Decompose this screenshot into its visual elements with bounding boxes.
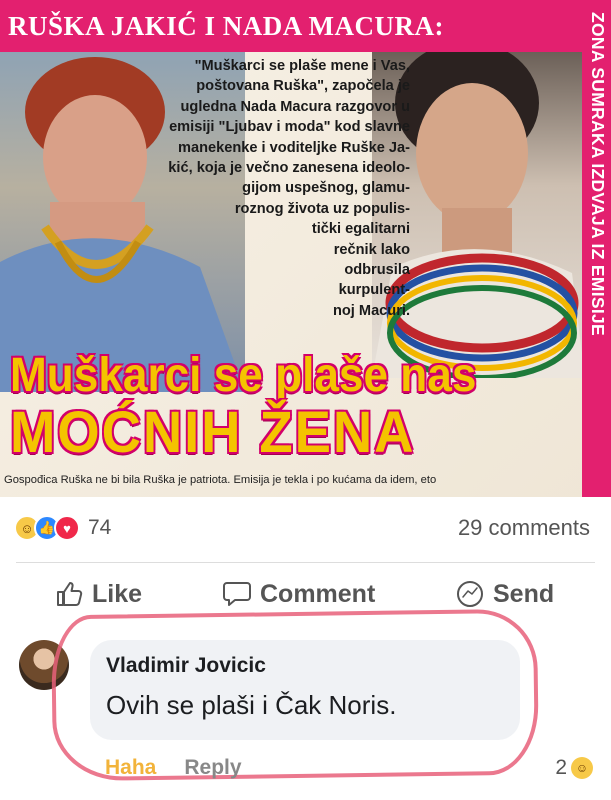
lead-line: tički egalitarni <box>311 221 410 238</box>
reaction-icons: ☺ 👍 ♥ <box>14 515 80 541</box>
love-reaction-icon: ♥ <box>54 515 80 541</box>
lead-line: kurpulent- <box>338 282 410 299</box>
lead-line: ugledna Nada Macura razgovor u <box>180 98 411 115</box>
lead-line: manekenke i voditeljke Ruške Ja- <box>178 139 410 156</box>
lead-line: emisiji "Ljubav i moda" kod slavne <box>169 119 410 136</box>
send-label: Send <box>493 579 555 608</box>
lead-line: odbrusila <box>344 262 410 279</box>
comment-reactions[interactable]: 2 ☺ <box>555 756 593 780</box>
clipping-headline: Muškarci se plaše nas MOĆNIH ŽENA <box>10 350 570 464</box>
lead-line: noj Macuri. <box>332 302 410 319</box>
lead-line: rečnik lako <box>333 241 410 258</box>
thumbs-up-icon <box>54 579 84 609</box>
comment-button[interactable]: Comment <box>222 574 375 614</box>
lead-line: roznog života uz populis- <box>234 200 410 217</box>
lead-line: "Muškarci se plaše mene i Vas, <box>194 58 410 74</box>
clipping-side-label: ZONA SUMRAKA IZDVAJA IZ EMISIJE <box>588 12 608 336</box>
like-button[interactable]: Like <box>54 574 142 614</box>
headline-line-1: Muškarci se plaše nas <box>10 349 477 402</box>
clipping-header: RUŠKA JAKIĆ I NADA MACURA: <box>8 11 445 41</box>
comment-label: Comment <box>260 579 376 608</box>
reaction-count: 74 <box>88 516 112 539</box>
headline-line-2: MOĆNIH ŽENA <box>10 400 416 465</box>
send-button[interactable]: Send <box>455 574 554 614</box>
clipping-lead-text: "Muškarci se plaše mene i Vas, poštovana… <box>120 56 410 321</box>
comment-reply-button[interactable]: Reply <box>184 756 241 780</box>
comment-reaction-count: 2 <box>555 756 567 779</box>
comment-actions: Haha Reply <box>105 756 242 780</box>
divider <box>16 562 595 563</box>
haha-reaction-icon: ☺ <box>571 757 593 779</box>
messenger-icon <box>455 579 485 609</box>
like-label: Like <box>92 579 143 608</box>
clipping-side-band: ZONA SUMRAKA IZDVAJA IZ EMISIJE <box>582 0 611 497</box>
comments-count[interactable]: 29 comments <box>458 513 590 543</box>
clipping-caption: Gospođica Ruška ne bi bila Ruška je patr… <box>4 474 437 486</box>
post-image[interactable]: RUŠKA JAKIĆ I NADA MACURA: ZONA SUMRAKA … <box>0 0 611 497</box>
lead-line: kić, koja je večno zanesena ideolo- <box>168 160 410 177</box>
lead-line: poštovana Ruška", započela je <box>196 78 410 95</box>
clipping-header-band: RUŠKA JAKIĆ I NADA MACURA: <box>0 0 585 52</box>
comment-haha-button[interactable]: Haha <box>105 756 156 780</box>
reactions-summary[interactable]: ☺ 👍 ♥ 74 <box>14 513 111 543</box>
lead-line: gijom uspešnog, glamu- <box>242 180 410 197</box>
comment-icon <box>222 579 252 609</box>
